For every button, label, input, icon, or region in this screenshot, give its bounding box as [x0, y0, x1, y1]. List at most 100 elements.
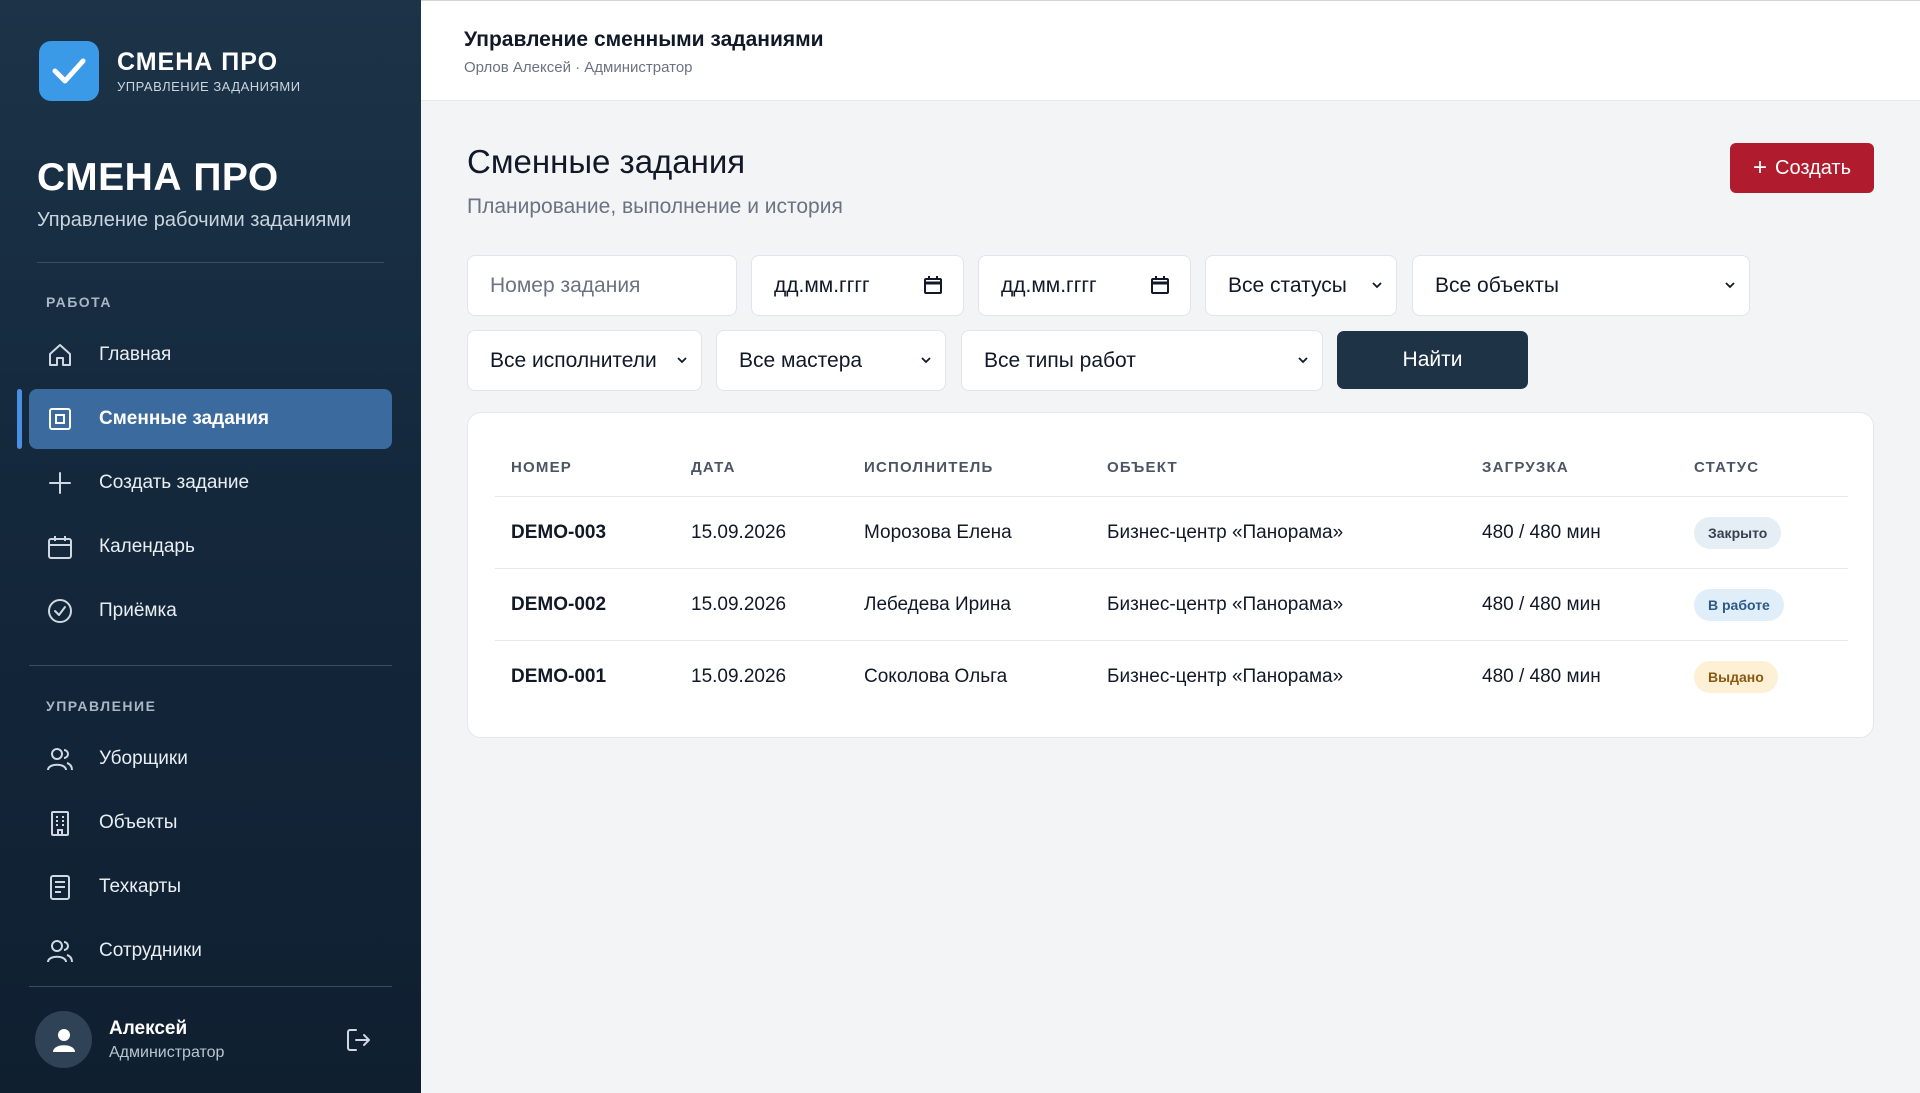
- sidebar-subtitle: Управление рабочими заданиями: [37, 209, 352, 231]
- task-number-input[interactable]: Номер задания: [467, 255, 737, 316]
- executors-select[interactable]: Все исполнители: [467, 330, 702, 391]
- date-from-value: дд.мм.гггг: [774, 273, 870, 297]
- page-title: Сменные задания: [467, 143, 746, 180]
- document-icon: [45, 872, 75, 902]
- plus-icon: +: [1752, 154, 1767, 181]
- sidebar-item-create-task[interactable]: Создать задание: [29, 453, 392, 513]
- calendar-icon[interactable]: [1150, 275, 1170, 301]
- avatar: [35, 1011, 92, 1068]
- top-header: Управление сменными заданиями Орлов Алек…: [421, 0, 1920, 101]
- status-badge: Закрыто: [1694, 517, 1782, 549]
- cell-load: 480 / 480 мин: [1482, 666, 1601, 687]
- sidebar-item-employees[interactable]: Сотрудники: [29, 921, 392, 981]
- sidebar-item-techcards[interactable]: Техкарты: [29, 857, 392, 917]
- divider: [29, 665, 392, 666]
- sidebar-item-objects[interactable]: Объекты: [29, 793, 392, 853]
- create-button[interactable]: + Создать: [1730, 143, 1874, 193]
- sidebar-title: СМЕНА ПРО: [37, 156, 279, 199]
- sidebar-item-label: Создать задание: [99, 472, 250, 493]
- sidebar-item-shift-tasks[interactable]: Сменные задания: [29, 389, 392, 449]
- table-row[interactable]: DEMO-002 15.09.2026 Лебедева Ирина Бизне…: [495, 568, 1848, 640]
- square-icon: [45, 404, 75, 434]
- column-header-number: НОМЕР: [511, 459, 573, 476]
- section-label-management: УПРАВЛЕНИЕ: [46, 698, 157, 714]
- create-button-label: Создать: [1775, 156, 1852, 179]
- cell-object: Бизнес-центр «Панорама»: [1107, 522, 1344, 543]
- cell-number[interactable]: DEMO-002: [511, 594, 606, 616]
- cell-object: Бизнес-центр «Панорама»: [1107, 594, 1344, 615]
- column-header-object: ОБЪЕКТ: [1107, 459, 1178, 476]
- masters-select-value: Все мастера: [739, 348, 863, 372]
- sidebar-item-label: Уборщики: [99, 748, 188, 769]
- work-types-select[interactable]: Все типы работ: [961, 330, 1323, 391]
- chevron-down-icon: [677, 357, 687, 364]
- chevron-down-icon: [1298, 357, 1308, 364]
- cell-date: 15.09.2026: [691, 594, 787, 615]
- user-name: Алексей: [109, 1017, 188, 1039]
- cell-load: 480 / 480 мин: [1482, 522, 1601, 543]
- check-circle-icon: [45, 596, 75, 626]
- sidebar-item-cleaners[interactable]: Уборщики: [29, 729, 392, 789]
- column-header-load: ЗАГРУЗКА: [1482, 459, 1569, 476]
- section-label-work: РАБОТА: [46, 294, 112, 310]
- person-icon: [52, 1028, 75, 1052]
- brand[interactable]: СМЕНА ПРО УПРАВЛЕНИЕ ЗАДАНИЯМИ: [39, 41, 301, 101]
- status-badge: Выдано: [1694, 661, 1778, 693]
- column-header-executor: ИСПОЛНИТЕЛЬ: [864, 459, 994, 476]
- table-row[interactable]: DEMO-003 15.09.2026 Морозова Елена Бизне…: [495, 496, 1848, 568]
- sidebar-item-label: Календарь: [99, 536, 195, 557]
- divider: [29, 986, 392, 987]
- user-role: Администратор: [109, 1043, 225, 1061]
- user-profile[interactable]: Алексей Администратор: [35, 1011, 224, 1068]
- home-icon: [45, 340, 75, 370]
- date-from-input[interactable]: дд.мм.гггг: [751, 255, 964, 316]
- cell-executor: Лебедева Ирина: [864, 594, 1011, 615]
- page-subtitle: Планирование, выполнение и история: [467, 195, 843, 218]
- active-indicator: [17, 389, 22, 449]
- calendar-icon[interactable]: [923, 275, 943, 301]
- cell-executor: Морозова Елена: [864, 522, 1012, 543]
- plus-icon: [45, 468, 75, 498]
- sidebar: СМЕНА ПРО УПРАВЛЕНИЕ ЗАДАНИЯМИ СМЕНА ПРО…: [0, 0, 421, 1093]
- chevron-down-icon: [1372, 282, 1382, 289]
- sidebar-item-home[interactable]: Главная: [29, 325, 392, 385]
- logout-icon[interactable]: [342, 1024, 374, 1056]
- date-to-input[interactable]: дд.мм.гггг: [978, 255, 1191, 316]
- users-icon: [45, 744, 75, 774]
- task-number-placeholder: Номер задания: [490, 273, 641, 297]
- sidebar-item-label: Приёмка: [99, 600, 177, 621]
- cell-date: 15.09.2026: [691, 666, 787, 687]
- sidebar-item-acceptance[interactable]: Приёмка: [29, 581, 392, 641]
- status-select[interactable]: Все статусы: [1205, 255, 1397, 316]
- divider: [37, 262, 384, 263]
- sidebar-item-label: Главная: [99, 344, 172, 365]
- cell-date: 15.09.2026: [691, 522, 787, 543]
- chevron-down-icon: [921, 357, 931, 364]
- objects-select-value: Все объекты: [1435, 273, 1559, 297]
- sidebar-item-calendar[interactable]: Календарь: [29, 517, 392, 577]
- objects-select[interactable]: Все объекты: [1412, 255, 1750, 316]
- chevron-down-icon: [1725, 282, 1735, 289]
- header-subtitle: Орлов Алексей · Администратор: [464, 59, 693, 76]
- work-types-select-value: Все типы работ: [984, 348, 1136, 372]
- cell-number[interactable]: DEMO-001: [511, 666, 606, 688]
- brand-name: СМЕНА ПРО: [117, 48, 279, 76]
- executors-select-value: Все исполнители: [490, 348, 657, 372]
- column-header-status: СТАТУС: [1694, 459, 1760, 476]
- cell-number[interactable]: DEMO-003: [511, 522, 606, 544]
- sidebar-item-label: Сменные задания: [99, 408, 269, 429]
- sidebar-item-label: Сотрудники: [99, 940, 202, 961]
- cell-executor: Соколова Ольга: [864, 666, 1008, 687]
- sidebar-item-label: Техкарты: [99, 876, 181, 897]
- header-title: Управление сменными заданиями: [464, 28, 824, 51]
- status-badge: В работе: [1694, 589, 1784, 621]
- search-button[interactable]: Найти: [1337, 331, 1528, 389]
- users-icon: [45, 936, 75, 966]
- brand-subtitle: УПРАВЛЕНИЕ ЗАДАНИЯМИ: [117, 79, 301, 94]
- calendar-icon: [45, 532, 75, 562]
- status-select-value: Все статусы: [1228, 273, 1347, 297]
- table-row[interactable]: DEMO-001 15.09.2026 Соколова Ольга Бизне…: [495, 640, 1848, 712]
- sidebar-item-label: Объекты: [99, 812, 178, 833]
- column-header-date: ДАТА: [691, 459, 736, 476]
- masters-select[interactable]: Все мастера: [716, 330, 946, 391]
